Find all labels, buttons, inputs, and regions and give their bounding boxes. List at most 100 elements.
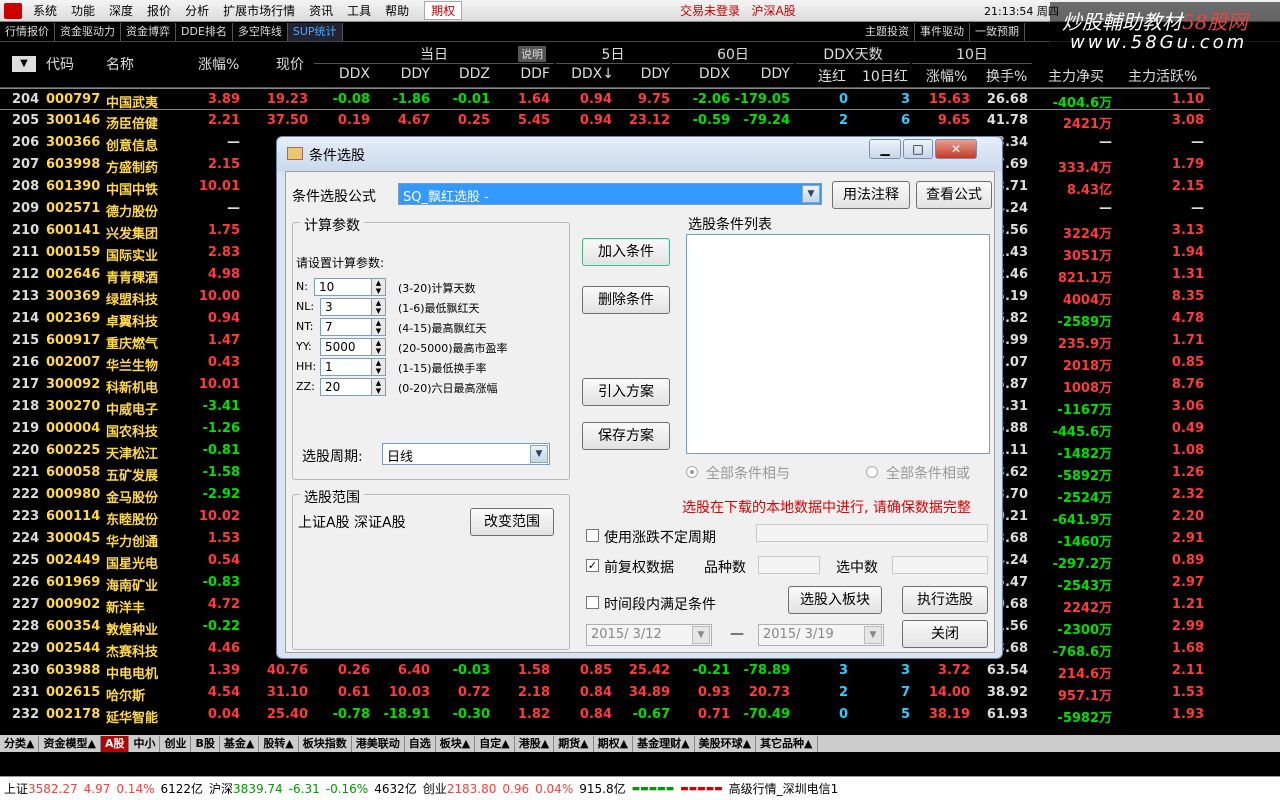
col-10d-change[interactable]: 涨幅% xyxy=(926,66,967,86)
col-name[interactable]: 名称 xyxy=(106,54,134,74)
market-tab[interactable]: 资金模型▲ xyxy=(39,735,101,752)
tab-event[interactable]: 事件驱动 xyxy=(915,22,970,41)
formula-select[interactable]: SQ_飘红选股 - ▼ xyxy=(398,183,822,205)
market-tab[interactable]: 板块指数 xyxy=(299,735,352,752)
market-tab[interactable]: B股 xyxy=(191,735,220,752)
param-spinner[interactable]: 5000 ▲ ▼ xyxy=(320,338,386,356)
radio-or[interactable] xyxy=(866,466,878,478)
market-tab[interactable]: 期货▲ xyxy=(554,735,594,752)
spinner-arrows-icon[interactable]: ▲ ▼ xyxy=(371,379,385,395)
menu-system[interactable]: 系统 xyxy=(26,2,64,19)
spinner-arrows-icon[interactable]: ▲ ▼ xyxy=(371,359,385,375)
tab-theme[interactable]: 主题投资 xyxy=(860,22,915,41)
add-condition-button[interactable]: 加入条件 xyxy=(582,238,670,266)
market-tab[interactable]: 板块▲ xyxy=(436,735,476,752)
table-row[interactable]: 204 000797 中国武夷 3.89 19.23 -0.08 -1.86 -0.01 1.6… xyxy=(0,88,1210,111)
checkbox-time-range[interactable] xyxy=(586,596,599,609)
tab-fund-game[interactable]: 资金博弈 xyxy=(121,22,176,41)
menu-function[interactable]: 功能 xyxy=(64,2,102,19)
param-spinner[interactable]: 3 ▲ ▼ xyxy=(320,298,386,316)
param-spinner[interactable]: 7 ▲ ▼ xyxy=(320,318,386,336)
col-turnover[interactable]: 换手% xyxy=(986,66,1027,86)
col-price[interactable]: 现价 xyxy=(276,54,304,74)
chevron-down-icon[interactable]: ▼ xyxy=(802,185,820,203)
market-tab[interactable]: 美股环球▲ xyxy=(695,735,757,752)
market-tab[interactable]: 分类▲ xyxy=(0,735,40,752)
condition-list[interactable] xyxy=(686,234,990,454)
menu-ext-market[interactable]: 扩展市场行情 xyxy=(216,2,302,19)
to-block-button[interactable]: 选股入板块 xyxy=(788,586,882,614)
col-consec-red[interactable]: 连红 xyxy=(818,66,846,86)
sort-dropdown-icon[interactable]: ▼ xyxy=(12,56,36,72)
menu-options[interactable]: 期权 xyxy=(424,1,463,20)
view-formula-button[interactable]: 查看公式 xyxy=(916,181,992,209)
param-spinner[interactable]: 1 ▲ ▼ xyxy=(320,358,386,376)
calendar-dropdown-icon[interactable]: ▼ xyxy=(864,626,882,644)
market-tab[interactable]: 港股▲ xyxy=(515,735,555,752)
market-tab[interactable]: 股转▲ xyxy=(259,735,299,752)
market-tab[interactable]: 基金理财▲ xyxy=(633,735,695,752)
menu-depth[interactable]: 深度 xyxy=(102,2,140,19)
market-tab[interactable]: 其它品种▲ xyxy=(756,735,818,752)
dialog-titlebar[interactable]: 条件选股 ▁ □ ✕ xyxy=(277,137,1002,171)
col-60d-ddx[interactable]: DDX xyxy=(686,66,730,82)
menu-tools[interactable]: 工具 xyxy=(340,2,378,19)
change-range-button[interactable]: 改变范围 xyxy=(470,508,554,536)
market-tab[interactable]: A股 xyxy=(100,735,130,752)
explain-button[interactable]: 说明 xyxy=(518,46,546,62)
spinner-arrows-icon[interactable]: ▲ ▼ xyxy=(371,299,385,315)
param-spinner[interactable]: 10 ▲ ▼ xyxy=(314,278,386,296)
market-tab[interactable]: 港美联动 xyxy=(352,735,405,752)
col-ddx[interactable]: DDX xyxy=(326,66,370,82)
menu-help[interactable]: 帮助 xyxy=(378,2,416,19)
market-tab[interactable]: 自定▲ xyxy=(475,735,515,752)
market-tab[interactable]: 期权▲ xyxy=(594,735,634,752)
tab-consensus[interactable]: 一致预期 xyxy=(970,22,1025,41)
tab-long-short[interactable]: 多空阵线 xyxy=(233,22,288,41)
col-ddf[interactable]: DDF xyxy=(506,66,550,82)
run-screen-button[interactable]: 执行选股 xyxy=(902,586,988,614)
save-plan-button[interactable]: 保存方案 xyxy=(582,422,670,450)
maximize-icon[interactable]: □ xyxy=(903,139,933,159)
tab-dde-rank[interactable]: DDE排名 xyxy=(176,22,233,41)
menu-news[interactable]: 资讯 xyxy=(302,2,340,19)
menu-analysis[interactable]: 分析 xyxy=(178,2,216,19)
col-main-active[interactable]: 主力活跃% xyxy=(1128,66,1197,86)
close-icon[interactable]: ✕ xyxy=(935,139,977,159)
data-source[interactable]: 高级行情_深圳电信1 xyxy=(729,780,839,797)
table-row[interactable]: 205 300146 汤臣倍健 2.21 37.50 0.19 4.67 0.25 5.45 0.… xyxy=(0,110,1210,132)
spinner-arrows-icon[interactable]: ▲ ▼ xyxy=(371,319,385,335)
import-plan-button[interactable]: 引入方案 xyxy=(582,378,670,406)
market-tab[interactable]: 创业 xyxy=(160,735,192,752)
market-tab[interactable]: 基金▲ xyxy=(220,735,260,752)
date-to[interactable]: 2015/ 3/19 ▼ xyxy=(758,624,884,646)
col-main-net-buy[interactable]: 主力净买 xyxy=(1048,66,1104,86)
spinner-arrows-icon[interactable]: ▲ ▼ xyxy=(371,339,385,355)
col-60d-ddy[interactable]: DDY xyxy=(746,66,790,82)
spinner-arrows-icon[interactable]: ▲ ▼ xyxy=(371,279,385,295)
market-tab[interactable]: 自选 xyxy=(405,735,436,752)
col-10d-red[interactable]: 10日红 xyxy=(862,66,908,86)
checkbox-forward-adjust[interactable]: ✓ xyxy=(586,559,599,572)
date-from[interactable]: 2015/ 3/12 ▼ xyxy=(586,624,712,646)
table-row[interactable]: 232 002178 延华智能 0.04 25.40 -0.78 -18.91 -0.30 1.… xyxy=(0,704,1210,726)
tab-quote[interactable]: 行情报价 xyxy=(0,22,55,41)
period-select[interactable]: 日线 ▼ xyxy=(382,443,550,465)
calendar-dropdown-icon[interactable]: ▼ xyxy=(692,626,710,644)
usage-button[interactable]: 用法注释 xyxy=(832,181,910,209)
menu-quote[interactable]: 报价 xyxy=(140,2,178,19)
close-button[interactable]: 关闭 xyxy=(902,620,988,648)
col-ddz[interactable]: DDZ xyxy=(446,66,490,82)
login-status[interactable]: 交易未登录 沪深A股 xyxy=(680,2,796,19)
table-row[interactable]: 231 002615 哈尔斯 4.54 31.10 0.61 10.03 0.72 2.18 0.… xyxy=(0,682,1210,704)
tab-sup-stats[interactable]: SUP统计 xyxy=(287,22,343,41)
col-5d-ddx[interactable]: DDX↓ xyxy=(566,66,614,82)
market-tab[interactable]: 中小 xyxy=(129,735,161,752)
col-code[interactable]: 代码 xyxy=(46,54,74,74)
param-spinner[interactable]: 20 ▲ ▼ xyxy=(320,378,386,396)
tab-fund-drive[interactable]: 资金驱动力 xyxy=(55,22,121,41)
minimize-icon[interactable]: ▁ xyxy=(869,139,901,159)
col-5d-ddy[interactable]: DDY xyxy=(626,66,670,82)
delete-condition-button[interactable]: 删除条件 xyxy=(582,286,670,314)
col-change[interactable]: 涨幅% xyxy=(198,54,239,74)
